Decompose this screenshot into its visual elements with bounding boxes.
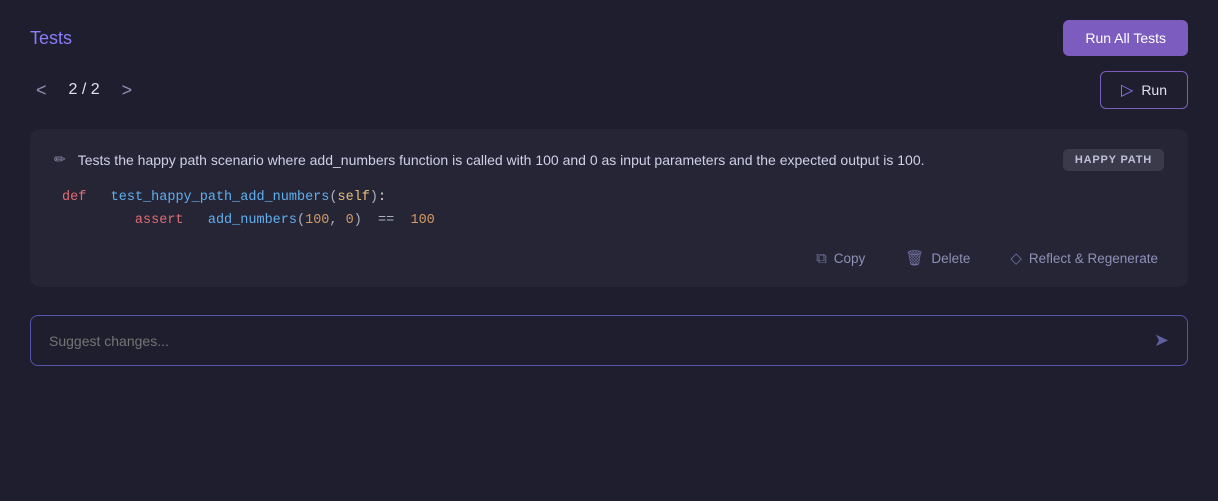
copy-icon: ⧉ bbox=[816, 250, 827, 267]
page-title: Tests bbox=[30, 28, 72, 49]
suggest-row: ➤ bbox=[30, 315, 1188, 366]
reflect-icon: ◇ bbox=[1010, 249, 1022, 267]
test-card-header: ✏ Tests the happy path scenario where ad… bbox=[54, 149, 1164, 171]
paren-close: ) bbox=[370, 190, 378, 205]
suggest-input[interactable] bbox=[49, 333, 1154, 349]
edit-icon[interactable]: ✏ bbox=[54, 151, 66, 168]
pagination-controls: < 2 / 2 > bbox=[30, 78, 138, 103]
code-line-2: assert add_numbers(100, 0) == 100 bbox=[62, 210, 1164, 233]
param-self: self bbox=[338, 190, 370, 205]
send-icon[interactable]: ➤ bbox=[1154, 330, 1169, 351]
code-indent bbox=[62, 213, 127, 228]
run-button-label: Run bbox=[1141, 82, 1167, 98]
happy-path-badge: HAPPY PATH bbox=[1063, 149, 1164, 171]
keyword-def: def bbox=[62, 190, 86, 205]
test-card: ✏ Tests the happy path scenario where ad… bbox=[30, 129, 1188, 287]
suggest-input-wrapper: ➤ bbox=[30, 315, 1188, 366]
code-block: def test_happy_path_add_numbers(self): a… bbox=[54, 187, 1164, 233]
pagination-next[interactable]: > bbox=[116, 78, 139, 103]
run-all-button[interactable]: Run All Tests bbox=[1063, 20, 1188, 56]
paren-open: ( bbox=[329, 190, 337, 205]
test-description: Tests the happy path scenario where add_… bbox=[78, 149, 1043, 171]
function-name: test_happy_path_add_numbers bbox=[111, 190, 330, 205]
copy-button[interactable]: ⧉ Copy bbox=[810, 246, 871, 271]
test-description-row: ✏ Tests the happy path scenario where ad… bbox=[54, 149, 1043, 171]
code-space bbox=[94, 190, 102, 205]
delete-icon: 🗑 bbox=[905, 249, 924, 267]
keyword-assert: assert bbox=[135, 213, 184, 228]
paren-open-2: ( bbox=[297, 213, 305, 228]
app-container: Tests Run All Tests < 2 / 2 > ▷ Run ✏ Te… bbox=[0, 0, 1218, 501]
comma: , bbox=[329, 213, 337, 228]
pagination-display: 2 / 2 bbox=[69, 81, 100, 99]
colon: : bbox=[378, 190, 386, 205]
paren-close-2: ) bbox=[354, 213, 362, 228]
num-100: 100 bbox=[305, 213, 329, 228]
content-area: < 2 / 2 > ▷ Run ✏ Tests the happy path s… bbox=[0, 71, 1218, 501]
pagination-row: < 2 / 2 > ▷ Run bbox=[30, 71, 1188, 109]
run-button[interactable]: ▷ Run bbox=[1100, 71, 1188, 109]
equals-op: == bbox=[370, 213, 402, 228]
delete-label: Delete bbox=[931, 251, 970, 266]
num-0: 0 bbox=[346, 213, 354, 228]
code-space-2 bbox=[192, 213, 200, 228]
code-line-1: def test_happy_path_add_numbers(self): bbox=[62, 187, 1164, 210]
copy-label: Copy bbox=[834, 251, 866, 266]
pagination-prev[interactable]: < bbox=[30, 78, 53, 103]
action-row: ⧉ Copy 🗑 Delete ◇ Reflect & Regenerate bbox=[54, 245, 1164, 271]
run-icon: ▷ bbox=[1121, 80, 1133, 100]
func-call: add_numbers bbox=[208, 213, 297, 228]
header: Tests Run All Tests bbox=[0, 0, 1218, 71]
space-3 bbox=[338, 213, 346, 228]
reflect-label: Reflect & Regenerate bbox=[1029, 251, 1158, 266]
num-result: 100 bbox=[410, 213, 434, 228]
delete-button[interactable]: 🗑 Delete bbox=[899, 245, 976, 271]
reflect-button[interactable]: ◇ Reflect & Regenerate bbox=[1004, 245, 1164, 271]
